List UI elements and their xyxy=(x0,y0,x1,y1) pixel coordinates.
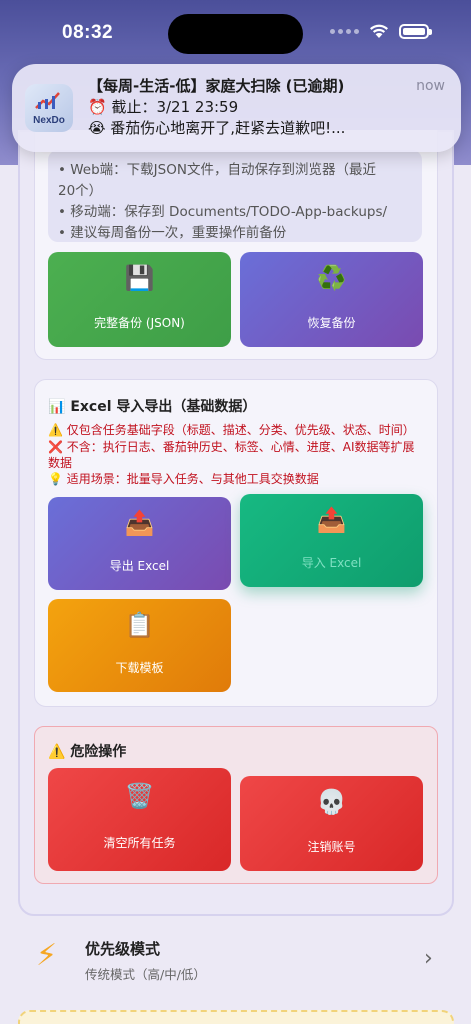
priority-mode-title: 优先级模式 xyxy=(85,940,161,958)
backup-info-line: 20个） xyxy=(58,183,103,199)
floppy-disk-icon: 💾 xyxy=(124,264,155,292)
clear-all-tasks-label: 清空所有任务 xyxy=(103,836,176,850)
notification-deadline: ⏰ 截止：3/21 23:59 xyxy=(88,98,239,116)
import-excel-label: 导入 Excel xyxy=(301,556,362,570)
chevron-right-icon: › xyxy=(424,946,433,971)
push-notification[interactable]: NexDo 【每周-生活-低】家庭大扫除 (已逾期) ⏰ 截止：3/21 23:… xyxy=(12,64,461,152)
status-time: 08:32 xyxy=(62,22,114,43)
download-template-button[interactable]: 📋 下载模板 xyxy=(48,599,231,692)
notification-title: 【每周-生活-低】家庭大扫除 (已逾期) xyxy=(88,77,345,95)
full-backup-button[interactable]: 💾 完整备份 (JSON) xyxy=(48,252,231,347)
backup-info-line: • 移动端：保存到 Documents/TODO-App-backups/ xyxy=(58,204,388,220)
notification-message: 😭 番茄伤心地离开了,赶紧去道歉吧!... xyxy=(88,119,346,137)
restore-backup-button[interactable]: ♻️ 恢复备份 xyxy=(240,252,423,347)
delete-account-label: 注销账号 xyxy=(307,840,356,854)
download-template-label: 下载模板 xyxy=(115,661,164,675)
export-excel-label: 导出 Excel xyxy=(109,559,170,573)
excel-note-exclude-cont: 数据 xyxy=(48,456,73,470)
clear-all-tasks-button[interactable]: 🗑️ 清空所有任务 xyxy=(48,768,231,871)
cellular-signal-icon xyxy=(330,29,359,34)
warning-icon: ⚠️ xyxy=(48,744,66,760)
status-bar: 08:32 xyxy=(0,0,471,60)
excel-note-scene: 💡 适用场景：批量导入任务、与其他工具交换数据 xyxy=(48,472,319,486)
trash-icon: 🗑️ xyxy=(124,782,155,810)
outbox-tray-icon: 📤 xyxy=(316,506,347,534)
skull-icon: 💀 xyxy=(316,788,347,816)
backup-info-line: • 建议每周备份一次，重要操作前备份 xyxy=(58,225,287,241)
excel-title-text: Excel 导入导出（基础数据） xyxy=(70,399,257,415)
export-excel-button[interactable]: 📤 导出 Excel xyxy=(48,497,231,590)
notification-body: 【每周-生活-低】家庭大扫除 (已逾期) ⏰ 截止：3/21 23:59 😭 番… xyxy=(88,76,418,139)
outbox-tray-icon: 📤 xyxy=(124,509,155,537)
import-excel-button[interactable]: 📤 导入 Excel xyxy=(240,494,423,587)
app-icon: NexDo xyxy=(25,84,73,132)
delete-account-button[interactable]: 💀 注销账号 xyxy=(240,776,423,871)
backup-info-line: • Web端：下载JSON文件，自动保存到浏览器（最近 xyxy=(58,162,376,178)
clipboard-icon: 📋 xyxy=(124,611,155,639)
danger-section-title: ⚠️ 危险操作 xyxy=(48,741,126,761)
priority-mode-row[interactable]: ⚡ 优先级模式 传统模式（高/中/低） › xyxy=(0,922,471,1002)
chart-logo-icon xyxy=(35,92,60,109)
notification-time: now xyxy=(416,78,445,94)
full-backup-label: 完整备份 (JSON) xyxy=(94,316,185,330)
recycle-icon: ♻️ xyxy=(316,264,347,292)
app-icon-label: NexDo xyxy=(33,115,65,126)
restore-backup-label: 恢复备份 xyxy=(307,316,356,330)
status-icons xyxy=(330,24,432,39)
bar-chart-icon: 📊 xyxy=(48,399,66,415)
priority-mode-subtitle: 传统模式（高/中/低） xyxy=(85,967,206,982)
backup-info-box: • Web端：下载JSON文件，自动保存到浏览器（最近 20个） • 移动端：保… xyxy=(48,150,422,242)
wifi-icon xyxy=(370,24,388,38)
battery-icon xyxy=(399,24,432,39)
next-section-card xyxy=(18,1010,454,1024)
excel-section-title: 📊 Excel 导入导出（基础数据） xyxy=(48,396,256,416)
excel-note-exclude: ❌ 不含：执行日志、番茄钟历史、标签、心情、进度、AI数据等扩展 xyxy=(48,440,415,454)
dynamic-island xyxy=(168,14,303,54)
excel-note-include: ⚠️ 仅包含任务基础字段（标题、描述、分类、优先级、状态、时间） xyxy=(48,423,415,437)
lightning-icon: ⚡ xyxy=(36,938,58,973)
danger-title-text: 危险操作 xyxy=(70,744,127,760)
